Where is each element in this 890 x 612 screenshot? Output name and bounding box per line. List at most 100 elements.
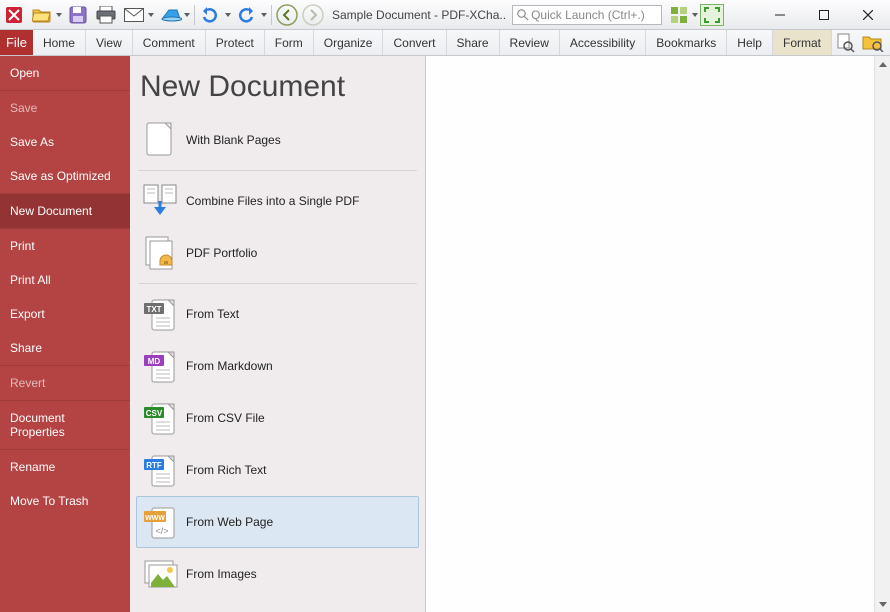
tab-bookmarks[interactable]: Bookmarks (646, 30, 727, 55)
option-separator (138, 170, 417, 171)
new-document-panel: New Document With Blank Pages Combine Fil… (130, 56, 426, 612)
option-from-images[interactable]: From Images (136, 548, 419, 600)
dropdown-icon (261, 13, 267, 17)
option-from-text[interactable]: TXT From Text (136, 288, 419, 340)
sidebar-item-export[interactable]: Export (0, 297, 130, 331)
TXT-icon: TXT (140, 294, 180, 334)
sidebar-item-print-all[interactable]: Print All (0, 263, 130, 297)
sidebar-item-save: Save (0, 91, 130, 125)
combine-icon (140, 181, 180, 221)
RTF-icon: RTF (140, 450, 180, 490)
sidebar-item-move-to-trash[interactable]: Move To Trash (0, 484, 130, 518)
panel-title: New Document (130, 56, 425, 114)
undo-button[interactable] (197, 1, 233, 29)
option-from-web-page[interactable]: WWW </> From Web Page (136, 496, 419, 548)
option-label: With Blank Pages (186, 133, 281, 147)
option-pdf-portfolio[interactable]: PDF Portfolio (136, 227, 419, 279)
dropdown-icon (692, 13, 698, 17)
tab-format[interactable]: Format (773, 30, 832, 55)
portfolio-icon (140, 233, 180, 273)
WWW-icon: WWW </> (140, 502, 180, 542)
backstage-view: OpenSaveSave AsSave as OptimizedNew Docu… (0, 56, 890, 612)
option-label: From CSV File (186, 411, 265, 425)
sidebar-item-save-as[interactable]: Save As (0, 125, 130, 159)
tab-help[interactable]: Help (727, 30, 773, 55)
scroll-down-icon[interactable] (875, 596, 890, 612)
save-button[interactable] (64, 1, 92, 29)
fullscreen-button[interactable] (700, 4, 724, 26)
nav-forward-button[interactable] (300, 2, 326, 28)
tab-organize[interactable]: Organize (314, 30, 384, 55)
option-with-blank-pages[interactable]: With Blank Pages (136, 114, 419, 166)
sidebar-item-print[interactable]: Print (0, 229, 130, 263)
svg-text:RTF: RTF (146, 461, 162, 470)
separator (271, 5, 272, 25)
ui-options-button[interactable] (666, 1, 700, 29)
tab-accessibility[interactable]: Accessibility (560, 30, 646, 55)
redo-button[interactable] (233, 1, 269, 29)
tab-share[interactable]: Share (447, 30, 500, 55)
vertical-scrollbar[interactable] (874, 56, 890, 612)
sidebar-item-new-document[interactable]: New Document (0, 194, 130, 228)
svg-text:CSV: CSV (146, 409, 163, 418)
open-folder-button[interactable] (28, 1, 64, 29)
quick-access-toolbar (0, 0, 326, 29)
option-label: From Text (186, 307, 239, 321)
dropdown-icon (148, 13, 154, 17)
tab-convert[interactable]: Convert (383, 30, 446, 55)
option-label: From Markdown (186, 359, 273, 373)
file-sidebar: OpenSaveSave AsSave as OptimizedNew Docu… (0, 56, 130, 612)
find-document-button[interactable] (832, 31, 858, 55)
option-label: Combine Files into a Single PDF (186, 194, 359, 208)
ribbon-tabs: File HomeViewCommentProtectFormOrganizeC… (0, 30, 890, 56)
nav-back-button[interactable] (274, 2, 300, 28)
sidebar-item-share[interactable]: Share (0, 331, 130, 365)
svg-text:MD: MD (148, 357, 161, 366)
svg-text:TXT: TXT (146, 305, 161, 314)
MD-icon: MD (140, 346, 180, 386)
search-icon (517, 9, 529, 21)
sidebar-item-open[interactable]: Open (0, 56, 130, 90)
option-from-markdown[interactable]: MD From Markdown (136, 340, 419, 392)
email-button[interactable] (120, 1, 156, 29)
scan-button[interactable] (156, 1, 192, 29)
dropdown-icon (184, 13, 190, 17)
image-icon (140, 554, 180, 594)
quick-launch-input[interactable]: Quick Launch (Ctrl+.) (512, 5, 662, 25)
option-from-rich-text[interactable]: RTF From Rich Text (136, 444, 419, 496)
maximize-button[interactable] (802, 0, 846, 30)
window-title: Sample Document - PDF-XCha.. (326, 8, 512, 22)
sidebar-item-save-as-optimized[interactable]: Save as Optimized (0, 159, 130, 193)
find-folder-button[interactable] (860, 31, 886, 55)
option-label: From Images (186, 567, 257, 581)
titlebar: Sample Document - PDF-XCha.. Quick Launc… (0, 0, 890, 30)
dropdown-icon (225, 13, 231, 17)
option-label: PDF Portfolio (186, 246, 257, 260)
sidebar-item-rename[interactable]: Rename (0, 450, 130, 484)
option-from-csv-file[interactable]: CSV From CSV File (136, 392, 419, 444)
tab-view[interactable]: View (86, 30, 133, 55)
svg-text:</>: </> (155, 526, 168, 536)
minimize-button[interactable] (758, 0, 802, 30)
print-button[interactable] (92, 1, 120, 29)
dropdown-icon (56, 13, 62, 17)
option-label: From Web Page (186, 515, 273, 529)
tab-form[interactable]: Form (265, 30, 314, 55)
file-tab[interactable]: File (0, 30, 33, 55)
CSV-icon: CSV (140, 398, 180, 438)
option-combine-files-into-a-single-pdf[interactable]: Combine Files into a Single PDF (136, 175, 419, 227)
tab-protect[interactable]: Protect (206, 30, 265, 55)
quick-launch-placeholder: Quick Launch (Ctrl+.) (531, 8, 645, 22)
close-button[interactable] (846, 0, 890, 30)
tab-comment[interactable]: Comment (133, 30, 206, 55)
tab-review[interactable]: Review (500, 30, 560, 55)
blank-icon (140, 120, 180, 160)
tab-home[interactable]: Home (33, 30, 86, 55)
option-separator (138, 283, 417, 284)
separator (194, 5, 195, 25)
scroll-up-icon[interactable] (875, 56, 890, 72)
window-controls (758, 0, 890, 30)
sidebar-item-document-properties[interactable]: Document Properties (0, 401, 130, 449)
app-icon[interactable] (0, 1, 28, 29)
option-label: From Rich Text (186, 463, 266, 477)
